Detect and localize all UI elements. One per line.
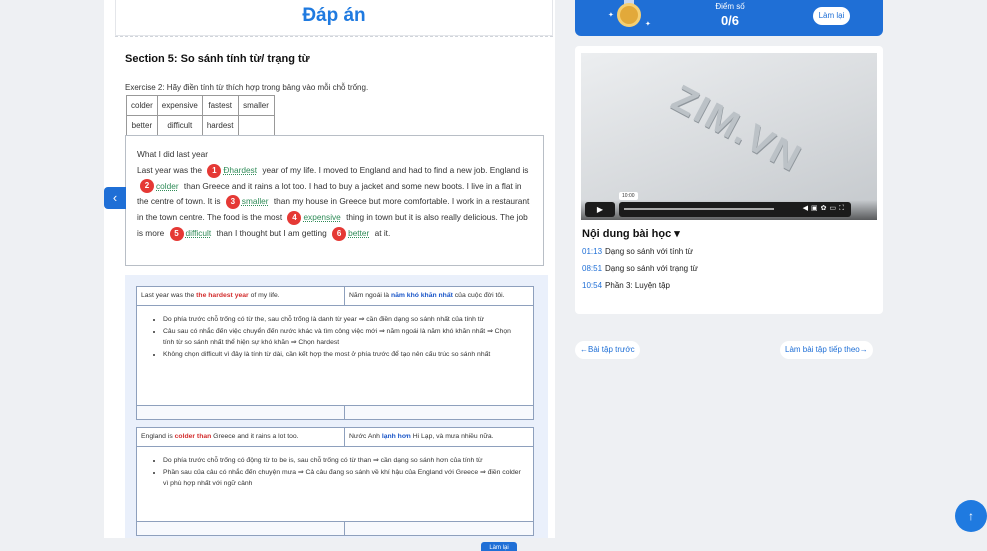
- answer-blank[interactable]: better: [348, 228, 369, 238]
- answer-blank[interactable]: expensive: [303, 212, 340, 222]
- video-watermark: ZIM.VN: [664, 77, 809, 181]
- section-title: Section 5: So sánh tính từ/ trạng từ: [125, 53, 310, 65]
- word-cell: expensive: [156, 95, 203, 116]
- explanation-list: Do phía trước chỗ trống có từ the, sau c…: [137, 306, 533, 405]
- explanation-table-1: Last year was the the hardest year of my…: [136, 286, 534, 420]
- chevron-left-icon: ‹: [112, 190, 118, 205]
- explanation-item: Do phía trước chỗ trống có từ the, sau c…: [163, 314, 523, 326]
- passage-text: than I thought but I am getting: [216, 227, 327, 238]
- word-cell-empty: [237, 115, 275, 136]
- answer-badge: 1: [207, 163, 222, 178]
- play-button[interactable]: ▶: [585, 202, 615, 217]
- word-cell: fastest: [201, 95, 239, 116]
- exercise-instruction: Exercise 2: Hãy điền tính từ thích hợp t…: [125, 83, 369, 92]
- answer-blank[interactable]: colder: [156, 181, 179, 191]
- word-cell: smaller: [237, 95, 275, 116]
- bottom-retry-button[interactable]: Làm lại: [481, 542, 517, 551]
- arrow-up-icon: ↑: [968, 509, 974, 523]
- english-sentence: England is colder than Greece and it rai…: [137, 428, 345, 446]
- answer-blank[interactable]: Đhardest: [223, 165, 257, 175]
- passage-box: What I did last year Last year was the 1…: [125, 135, 544, 266]
- time-tooltip: 10:00: [619, 192, 638, 200]
- video-controls: ▶ ◀▣✿▭⛶: [581, 200, 877, 220]
- sentence-pair: England is colder than Greece and it rai…: [137, 428, 533, 447]
- word-cell: difficult: [156, 115, 203, 136]
- answer-badge: 4: [287, 211, 302, 225]
- passage-text: Last year was the: [137, 164, 203, 175]
- answer-blank[interactable]: difficult: [186, 228, 212, 238]
- collapse-sidebar-button[interactable]: ‹: [104, 187, 126, 209]
- explanation-item: Không chọn difficult vì đây là tính từ d…: [163, 349, 523, 361]
- answer-card: Đáp án Section 5: So sánh tính từ/ trạng…: [104, 0, 555, 538]
- explanation-list: Do phía trước chỗ trống có động từ to be…: [137, 447, 533, 521]
- caret-down-icon: ▾: [674, 228, 680, 240]
- word-cell: hardest: [201, 115, 239, 136]
- answer-badge: 6: [332, 226, 347, 241]
- english-sentence: Last year was the the hardest year of my…: [137, 287, 345, 305]
- next-exercise-button[interactable]: Làm bài tập tiếp theo→: [780, 341, 873, 359]
- video-player[interactable]: ZIM.VN 10:00 ▶ ◀▣✿▭⛶: [581, 53, 877, 220]
- retry-button[interactable]: Làm lại: [813, 7, 850, 25]
- lesson-content-title[interactable]: Nội dung bài học ▾: [582, 227, 680, 240]
- score-bar: ✦ ✦ Điểm số 0/6 Làm lại: [575, 0, 883, 36]
- table-footer: [137, 405, 533, 419]
- explanation-item: Phần sau của câu có nhắc đến chuyện mưa …: [163, 467, 523, 490]
- passage-text: at it.: [374, 227, 391, 238]
- fullscreen-icon[interactable]: ⛶: [839, 205, 847, 212]
- sentence-pair: Last year was the the hardest year of my…: [137, 287, 533, 306]
- explanation-item: Câu sau có nhắc đến việc chuyển đến nước…: [163, 326, 523, 349]
- answer-badge: 2: [140, 179, 154, 194]
- lesson-card: ZIM.VN 10:00 ▶ ◀▣✿▭⛶ Nội dung bài học ▾ …: [575, 46, 883, 314]
- passage-text: year of my life. I moved to England and …: [262, 164, 529, 175]
- explanation-table-2: England is colder than Greece and it rai…: [136, 427, 534, 536]
- prev-exercise-button[interactable]: ←Bài tập trước: [575, 341, 640, 359]
- explanation-item: Do phía trước chỗ trống có động từ to be…: [163, 455, 523, 467]
- sparkle-icon: ✦: [608, 12, 614, 19]
- lesson-item[interactable]: 01:13 Dạng so sánh với tính từ: [582, 247, 693, 256]
- scroll-to-top-button[interactable]: ↑: [955, 500, 987, 532]
- word-cell: better: [126, 115, 158, 136]
- passage-heading: What I did last year: [137, 149, 209, 159]
- divider: [115, 36, 553, 37]
- answer-badge: 3: [225, 195, 240, 210]
- medal-icon: [617, 3, 641, 27]
- vietnamese-sentence: Nước Anh lạnh hơn Hi Lạp, và mưa nhiều n…: [349, 433, 494, 440]
- table-footer: [137, 521, 533, 535]
- answer-title: Đáp án: [115, 0, 553, 36]
- score-value: 0/6: [720, 13, 740, 28]
- captions-icon[interactable]: ▣: [811, 205, 821, 212]
- table-row: better difficult hardest: [126, 115, 275, 136]
- lesson-item[interactable]: 10:54 Phần 3: Luyện tập: [582, 281, 670, 290]
- answer-blank[interactable]: smaller: [242, 196, 269, 206]
- player-icons: ◀▣✿▭⛶: [803, 204, 847, 213]
- table-row: colder expensive fastest smaller: [126, 95, 275, 116]
- volume-icon[interactable]: ◀: [803, 205, 811, 212]
- score-label: Điểm số: [715, 2, 745, 11]
- seek-bar[interactable]: ◀▣✿▭⛶: [619, 202, 851, 217]
- word-bank-table: colder expensive fastest smaller better …: [126, 95, 275, 136]
- seek-track[interactable]: [624, 208, 774, 210]
- play-icon: ▶: [596, 205, 604, 214]
- lesson-item[interactable]: 08:51 Dạng so sánh với trạng từ: [582, 264, 698, 273]
- pip-icon[interactable]: ▭: [829, 205, 839, 212]
- answer-badge: 5: [169, 226, 184, 241]
- word-cell: colder: [126, 95, 158, 116]
- sparkle-icon: ✦: [645, 21, 651, 28]
- explanation-panel: Last year was the the hardest year of my…: [125, 275, 548, 538]
- vietnamese-sentence: Năm ngoái là năm khó khăn nhất của cuộc …: [349, 292, 505, 299]
